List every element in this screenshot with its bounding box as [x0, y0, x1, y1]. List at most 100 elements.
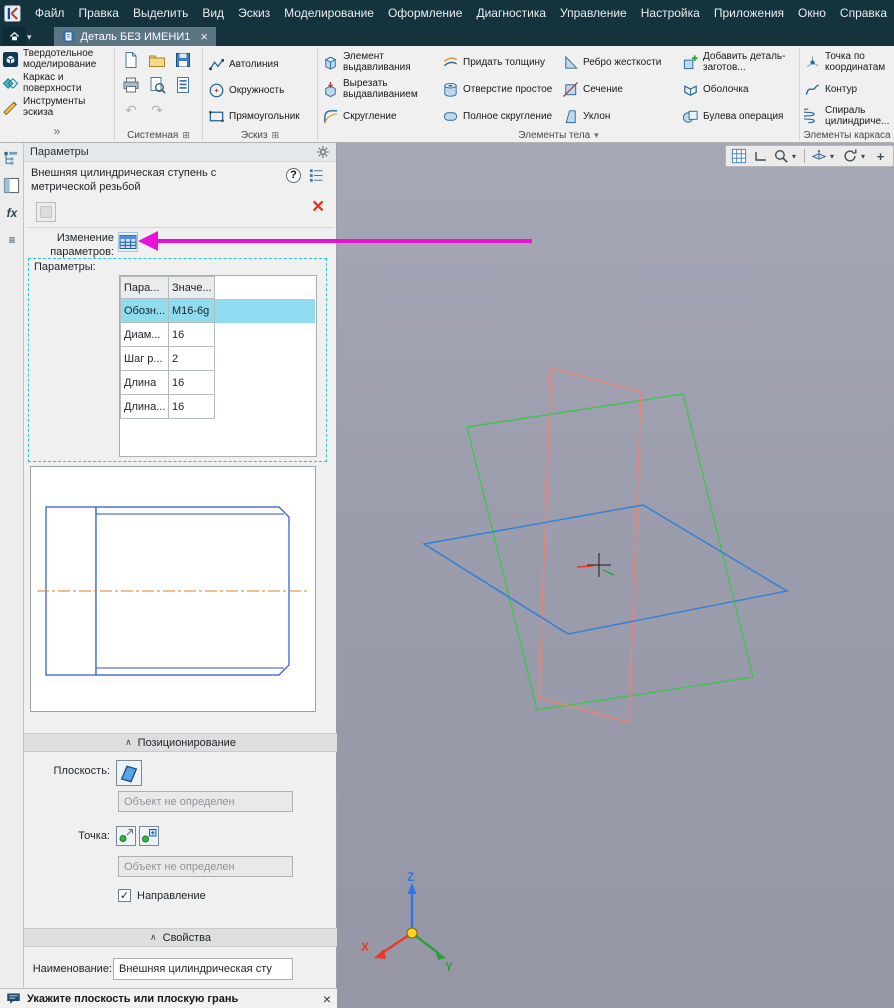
origin-marker[interactable]: [576, 553, 615, 577]
menu-diagnostics[interactable]: Диагностика: [469, 0, 553, 26]
extrude-button[interactable]: Элемент выдавливания: [322, 49, 440, 75]
extrude-icon: [322, 54, 339, 71]
simple-hole-button[interactable]: Отверстие простое: [442, 76, 560, 102]
table-row-selected[interactable]: Обозн... M16-6g: [120, 298, 316, 323]
section-label-wireframe[interactable]: Элементы каркаса: [800, 130, 894, 141]
coordinate-plane-xy[interactable]: [422, 504, 789, 635]
save-button[interactable]: [173, 50, 193, 70]
menu-drawing[interactable]: Оформление: [381, 0, 469, 26]
column-header[interactable]: Значе...: [168, 276, 215, 299]
plane-pick-button[interactable]: [116, 760, 142, 786]
rectangle-button[interactable]: Прямоугольник: [208, 103, 314, 129]
expand-icon[interactable]: ⊞: [272, 130, 280, 141]
menu-select[interactable]: Выделить: [126, 0, 195, 26]
dropdown-icon[interactable]: ▾: [594, 130, 599, 141]
feature-list-icon[interactable]: [308, 167, 325, 184]
expand-icon[interactable]: ⊞: [182, 130, 190, 141]
menu-view[interactable]: Вид: [195, 0, 231, 26]
rotate-view-button[interactable]: [840, 147, 859, 166]
direction-checkbox[interactable]: ✓: [118, 889, 131, 902]
home-button[interactable]: [2, 27, 26, 45]
section-label-body[interactable]: Элементы тела ▾: [318, 130, 799, 141]
close-panel-button[interactable]: ×: [312, 196, 324, 217]
zoom-button[interactable]: [771, 147, 790, 166]
menu-window[interactable]: Окно: [791, 0, 833, 26]
menu-settings[interactable]: Настройка: [634, 0, 707, 26]
table-row[interactable]: Длина 16: [120, 370, 316, 395]
section-label-sketch[interactable]: Эскиз ⊞: [203, 130, 317, 141]
menu-sketch[interactable]: Эскиз: [231, 0, 277, 26]
table-row[interactable]: Длина... 16: [120, 394, 316, 419]
mode-solid-modeling[interactable]: Твердотельное моделирование: [2, 48, 113, 71]
orientation-button[interactable]: [809, 147, 828, 166]
status-close-icon[interactable]: ×: [323, 991, 331, 1007]
zoom-dropdown-icon[interactable]: ▾: [792, 152, 800, 161]
rotate-dropdown-icon[interactable]: ▾: [861, 152, 869, 161]
mode-sketch-tools[interactable]: Инструменты эскиза: [2, 96, 113, 119]
help-button[interactable]: ?: [286, 168, 301, 183]
point-by-coords-button[interactable]: Точка по координатам: [804, 49, 894, 75]
app-logo-icon[interactable]: [4, 4, 21, 23]
point-pick-button[interactable]: [116, 826, 136, 846]
gear-icon[interactable]: [316, 145, 330, 159]
table-row[interactable]: Шаг р... 2: [120, 346, 316, 371]
shell-button[interactable]: Оболочка: [682, 76, 800, 102]
point-pick-alt-button[interactable]: [139, 826, 159, 846]
coordinate-plane-zy[interactable]: [466, 393, 754, 711]
menu-applications[interactable]: Приложения: [707, 0, 791, 26]
spiral-button[interactable]: Спираль цилиндриче...: [804, 103, 894, 129]
redo-button[interactable]: ↷: [147, 100, 167, 120]
positioning-section-header[interactable]: ∧ Позиционирование: [24, 733, 337, 752]
boolean-button[interactable]: Булева операция: [682, 103, 800, 129]
variables-button[interactable]: fx: [3, 204, 21, 222]
gizmo-origin[interactable]: [406, 927, 418, 939]
menu-help[interactable]: Справка: [833, 0, 894, 26]
viewport-3d[interactable]: Z X Y ▾ ▾ ▾ +: [337, 143, 894, 1008]
coordinate-corner-button[interactable]: [750, 147, 769, 166]
add-view-button[interactable]: +: [871, 147, 890, 166]
rib-button[interactable]: Ребро жесткости: [562, 49, 680, 75]
menu-management[interactable]: Управление: [553, 0, 634, 26]
thickness-button[interactable]: Придать толщину: [442, 49, 560, 75]
scene-3d[interactable]: Z X Y: [337, 143, 894, 1008]
orientation-gizmo[interactable]: Z X Y: [361, 870, 453, 974]
print-button[interactable]: [121, 75, 141, 95]
panel-menu-button[interactable]: ≡: [3, 231, 21, 249]
coordinate-plane-zx[interactable]: [538, 367, 642, 723]
open-document-button[interactable]: [147, 50, 167, 70]
tab-close-icon[interactable]: ×: [200, 30, 208, 43]
full-fillet-button[interactable]: Полное скругление: [442, 103, 560, 129]
show-grid-button[interactable]: [729, 147, 748, 166]
parameters-list[interactable]: Пара... Значе... Обозн... M16-6g Диам...…: [119, 275, 317, 457]
orientation-dropdown-icon[interactable]: ▾: [830, 152, 838, 161]
modes-more-button[interactable]: »: [0, 124, 114, 138]
print-preview-button[interactable]: [147, 75, 167, 95]
circle-button[interactable]: Окружность: [208, 77, 314, 103]
plane-object-input[interactable]: [118, 791, 293, 812]
panels-button[interactable]: [3, 177, 21, 195]
menu-file[interactable]: Файл: [28, 0, 72, 26]
document-properties-button[interactable]: [173, 75, 193, 95]
section-button[interactable]: Сечение: [562, 76, 680, 102]
fillet-button[interactable]: Скругление: [322, 103, 440, 129]
menu-edit[interactable]: Правка: [71, 0, 126, 26]
properties-section-header[interactable]: ∧ Свойства: [24, 928, 337, 947]
point-object-input[interactable]: [118, 856, 293, 877]
cut-extrude-button[interactable]: Вырезать выдавливанием: [322, 76, 440, 102]
column-header[interactable]: Пара...: [120, 276, 169, 299]
contour-button[interactable]: Контур: [804, 76, 894, 102]
mode-wireframe-surfaces[interactable]: Каркас и поверхности: [2, 72, 113, 95]
section-label-system[interactable]: Системная ⊞: [115, 130, 202, 141]
new-document-button[interactable]: [121, 50, 141, 70]
autoline-button[interactable]: Автолиния: [208, 51, 314, 77]
change-params-button[interactable]: [118, 232, 138, 252]
add-part-button[interactable]: Добавить деталь-заготов...: [682, 49, 800, 75]
home-dropdown-icon[interactable]: ▾: [27, 32, 32, 43]
draft-button[interactable]: Уклон: [562, 103, 680, 129]
model-tree-button[interactable]: [3, 150, 21, 168]
menu-modeling[interactable]: Моделирование: [277, 0, 381, 26]
table-row[interactable]: Диам... 16: [120, 322, 316, 347]
document-tab[interactable]: Деталь БЕЗ ИМЕНИ1 ×: [53, 27, 216, 46]
name-input[interactable]: [113, 958, 293, 980]
undo-button[interactable]: ↶: [121, 100, 141, 120]
